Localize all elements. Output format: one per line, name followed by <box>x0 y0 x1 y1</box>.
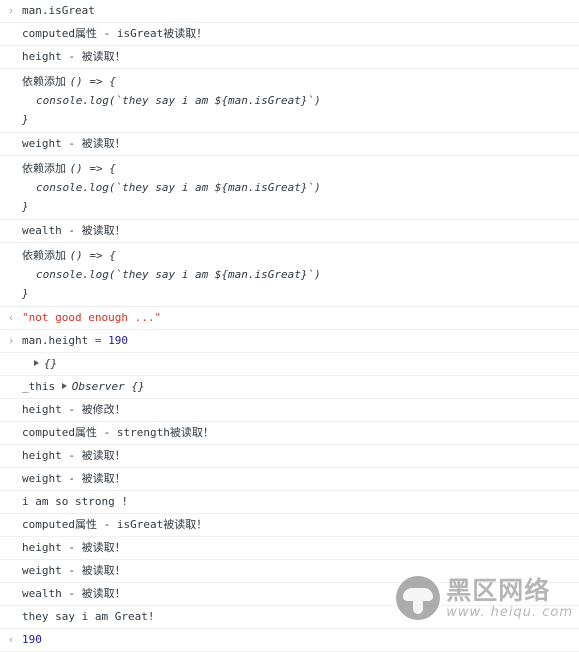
console-result-number: 190 <box>22 633 42 646</box>
code-body: console.log(`they say i am ${man.isGreat… <box>36 181 321 194</box>
code-signature: () => { <box>69 162 116 175</box>
console-code-block: 依赖添加 () => { console.log(`they say i am $… <box>22 72 579 129</box>
console-code-row[interactable]: 依赖添加 () => { console.log(`they say i am $… <box>0 243 579 307</box>
console-log-text: height - 被读取！ <box>22 541 126 554</box>
console-input-row[interactable]: › man.height = 190 <box>0 330 579 353</box>
code-line-3: } <box>22 287 29 300</box>
observer-preview-text: Observer {} <box>71 380 145 393</box>
code-line-1: 依赖添加 () => { <box>22 246 573 265</box>
console-log-text: computed属性 - strength被读取！ <box>22 426 214 439</box>
code-signature: () => { <box>69 75 116 88</box>
console-result-row[interactable]: ‹ 190 <box>0 629 579 652</box>
code-line-3: } <box>22 200 29 213</box>
console-log-row[interactable]: wealth - 被读取！ <box>0 220 579 243</box>
code-line-1: 依赖添加 () => { <box>22 72 573 91</box>
console-log-row[interactable]: height - 被读取！ <box>0 445 579 468</box>
observer-key: _this <box>22 380 62 393</box>
code-label: 依赖添加 <box>22 249 70 262</box>
devtools-console-panel[interactable]: › man.isGreat computed属性 - isGreat被读取！ heig… <box>0 0 579 652</box>
input-marker-icon: › <box>7 334 15 347</box>
assignment-target: man.height <box>22 334 95 347</box>
console-input-row[interactable]: › man.isGreat <box>0 0 579 23</box>
console-object-preview: {} <box>22 356 579 372</box>
console-log-row[interactable]: height - 被读取！ <box>0 537 579 560</box>
console-log-text: weight - 被读取！ <box>22 472 126 485</box>
console-log-text: weight - 被读取！ <box>22 137 126 150</box>
output-marker-icon: ‹ <box>7 633 15 646</box>
code-line-3: } <box>22 113 29 126</box>
console-log-row[interactable]: computed属性 - strength被读取！ <box>0 422 579 445</box>
code-label: 依赖添加 <box>22 162 70 175</box>
input-marker-icon: › <box>7 4 15 17</box>
console-log-row[interactable]: height - 被读取！ <box>0 46 579 69</box>
console-assignment-expression: man.height = 190 <box>22 333 579 349</box>
console-log-text: computed属性 - isGreat被读取！ <box>22 518 208 531</box>
console-log-text: i am so strong ! <box>22 495 128 508</box>
console-log-text: computed属性 - isGreat被读取！ <box>22 27 208 40</box>
console-observer-entry: _this Observer {} <box>22 379 579 395</box>
console-log-row[interactable]: weight - 被读取！ <box>0 133 579 156</box>
code-label: 依赖添加 <box>22 75 70 88</box>
console-log-row[interactable]: height - 被修改！ <box>0 399 579 422</box>
console-result-row[interactable]: ‹ "not good enough ..." <box>0 307 579 330</box>
console-log-row[interactable]: they say i am Great! <box>0 606 579 629</box>
code-body: console.log(`they say i am ${man.isGreat… <box>36 94 321 107</box>
disclosure-triangle-icon[interactable] <box>34 360 39 366</box>
code-line-2: console.log(`they say i am ${man.isGreat… <box>22 265 573 284</box>
console-log-text: height - 被读取！ <box>22 50 126 63</box>
code-line-1: 依赖添加 () => { <box>22 159 573 178</box>
console-log-row[interactable]: computed属性 - isGreat被读取！ <box>0 514 579 537</box>
console-message-list: › man.isGreat computed属性 - isGreat被读取！ heig… <box>0 0 579 652</box>
console-log-text: wealth - 被读取！ <box>22 587 126 600</box>
console-log-row[interactable]: weight - 被读取！ <box>0 468 579 491</box>
object-preview-text: {} <box>44 357 58 370</box>
assignment-value: 190 <box>101 334 128 347</box>
console-object-row[interactable]: {} <box>0 353 579 376</box>
console-log-text: height - 被修改！ <box>22 403 126 416</box>
output-marker-icon: ‹ <box>7 311 15 324</box>
code-line-2: console.log(`they say i am ${man.isGreat… <box>22 178 573 197</box>
code-body: console.log(`they say i am ${man.isGreat… <box>36 268 321 281</box>
console-code-block: 依赖添加 () => { console.log(`they say i am $… <box>22 246 579 303</box>
console-log-row[interactable]: weight - 被读取！ <box>0 560 579 583</box>
console-code-block: 依赖添加 () => { console.log(`they say i am $… <box>22 159 579 216</box>
console-log-row[interactable]: wealth - 被读取！ <box>0 583 579 606</box>
disclosure-triangle-icon[interactable] <box>61 383 67 389</box>
code-signature: () => { <box>69 249 116 262</box>
console-log-row[interactable]: computed属性 - isGreat被读取！ <box>0 23 579 46</box>
console-log-text: they say i am Great! <box>22 610 155 623</box>
console-log-row[interactable]: i am so strong ! <box>0 491 579 514</box>
console-result-string: "not good enough ..." <box>22 311 162 324</box>
console-log-text: weight - 被读取！ <box>22 564 126 577</box>
console-code-row[interactable]: 依赖添加 () => { console.log(`they say i am $… <box>0 156 579 220</box>
console-log-text: wealth - 被读取！ <box>22 224 126 237</box>
console-input-text: man.isGreat <box>22 4 95 17</box>
console-code-row[interactable]: 依赖添加 () => { console.log(`they say i am $… <box>0 69 579 133</box>
console-observer-row[interactable]: _this Observer {} <box>0 376 579 399</box>
console-log-text: height - 被读取！ <box>22 449 126 462</box>
code-line-2: console.log(`they say i am ${man.isGreat… <box>22 91 573 110</box>
